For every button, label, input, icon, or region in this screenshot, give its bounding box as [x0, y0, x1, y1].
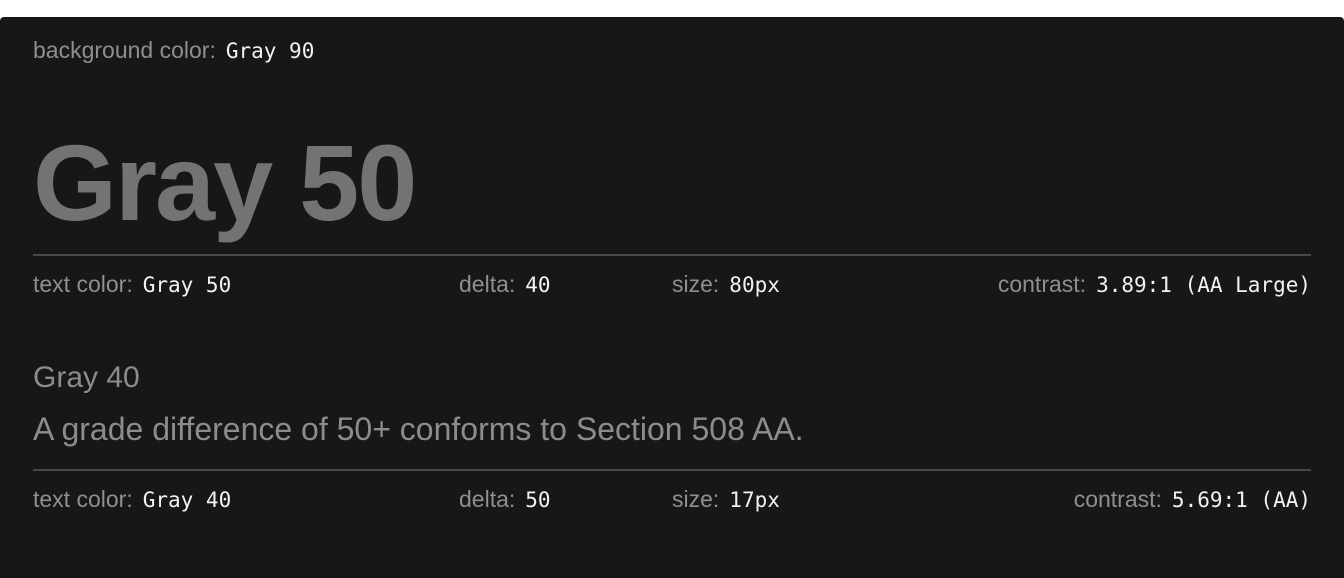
small-sample-meta: text color: Gray 40 delta: 50 size: 17px co… — [33, 486, 1311, 516]
size-value: 17px — [729, 488, 780, 512]
color-contrast-card: background color: Gray 90 Gray 50 text co… — [0, 17, 1344, 578]
large-delta-cell: delta: 40 — [459, 271, 551, 298]
large-size-cell: size: 80px — [672, 271, 780, 298]
large-contrast-cell: contrast: 3.89:1 (AA Large) — [998, 271, 1311, 298]
background-color-line: background color: Gray 90 — [33, 37, 314, 64]
text-color-value: Gray 40 — [142, 488, 232, 512]
delta-value: 50 — [525, 488, 551, 512]
small-text-color-cell: text color: Gray 40 — [33, 486, 231, 513]
contrast-value: 3.89:1 (AA Large) — [1096, 273, 1311, 297]
size-value: 80px — [729, 273, 780, 297]
delta-label: delta: — [459, 271, 516, 297]
large-sample-divider — [33, 254, 1311, 256]
size-label: size: — [672, 486, 720, 512]
text-color-label: text color: — [33, 486, 133, 512]
background-color-value: Gray 90 — [225, 39, 315, 63]
contrast-value: 5.69:1 (AA) — [1171, 488, 1311, 512]
delta-value: 40 — [525, 273, 551, 297]
small-delta-cell: delta: 50 — [459, 486, 551, 513]
delta-label: delta: — [459, 486, 516, 512]
contrast-label: contrast: — [997, 271, 1087, 297]
small-size-cell: size: 17px — [672, 486, 780, 513]
text-color-label: text color: — [33, 271, 133, 297]
small-text-sample-title: Gray 40 — [33, 361, 140, 394]
large-sample-meta: text color: Gray 50 delta: 40 size: 80px co… — [33, 271, 1311, 301]
text-color-value: Gray 50 — [142, 273, 232, 297]
large-text-sample: Gray 50 — [33, 122, 417, 243]
size-label: size: — [672, 271, 720, 297]
small-sample-divider — [33, 469, 1311, 471]
small-contrast-cell: contrast: 5.69:1 (AA) — [1074, 486, 1311, 513]
small-text-sample-body: A grade difference of 50+ conforms to Se… — [33, 411, 804, 447]
background-color-label: background color: — [33, 37, 216, 63]
large-text-color-cell: text color: Gray 50 — [33, 271, 231, 298]
contrast-label: contrast: — [1073, 486, 1162, 512]
